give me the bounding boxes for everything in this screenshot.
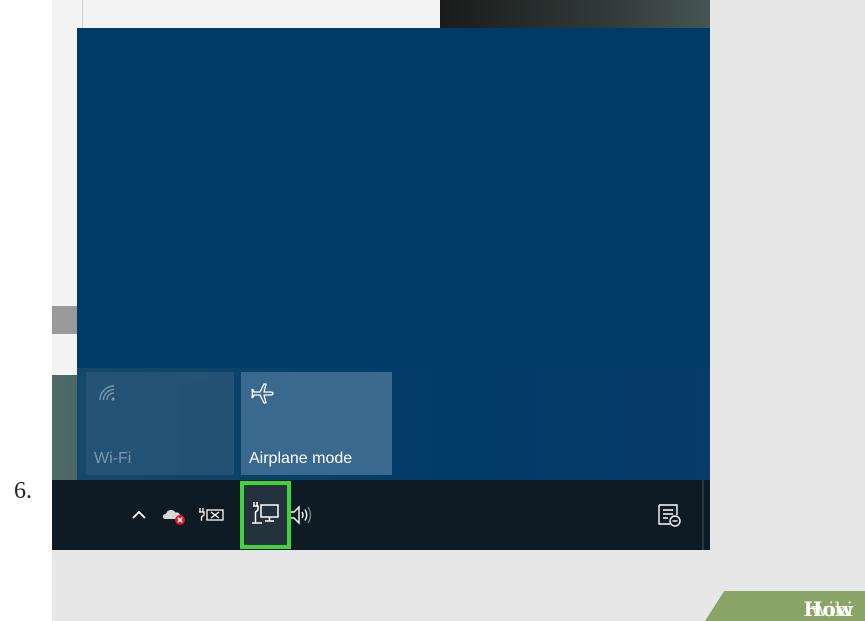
airplane-mode-tile[interactable]: Airplane mode — [241, 372, 392, 475]
onedrive-error-icon — [162, 504, 188, 526]
taskbar — [52, 480, 710, 550]
airplane-mode-tile-label: Airplane mode — [249, 450, 353, 467]
network-icon-highlight — [240, 481, 291, 549]
network-icon — [251, 500, 281, 533]
volume-icon — [287, 504, 315, 526]
wifi-icon — [96, 382, 120, 406]
action-center-panel: Wi-Fi Airplane mode — [77, 28, 710, 480]
action-center-button[interactable] — [652, 498, 686, 532]
ethernet-disconnected-icon — [196, 505, 226, 525]
onedrive-tray-button[interactable] — [158, 498, 192, 532]
wifi-tile-label: Wi-Fi — [94, 450, 132, 467]
window-scroll-handle — [52, 306, 78, 334]
desktop-wallpaper — [440, 0, 710, 30]
chevron-up-icon — [130, 506, 148, 524]
taskbar-edge — [702, 480, 704, 550]
step-number: 6. — [14, 478, 32, 504]
notification-center-icon — [656, 502, 682, 528]
airplane-icon — [251, 382, 275, 406]
window-divider — [82, 0, 83, 30]
show-hidden-icons-button[interactable] — [122, 498, 156, 532]
wifi-tile[interactable]: Wi-Fi — [86, 372, 234, 475]
screenshot-scene: Wi-Fi Airplane mode wiki How — [52, 0, 865, 621]
ethernet-tray-button[interactable] — [194, 498, 228, 532]
watermark-how: How — [803, 597, 853, 621]
wikihow-watermark: wiki How — [705, 591, 865, 621]
